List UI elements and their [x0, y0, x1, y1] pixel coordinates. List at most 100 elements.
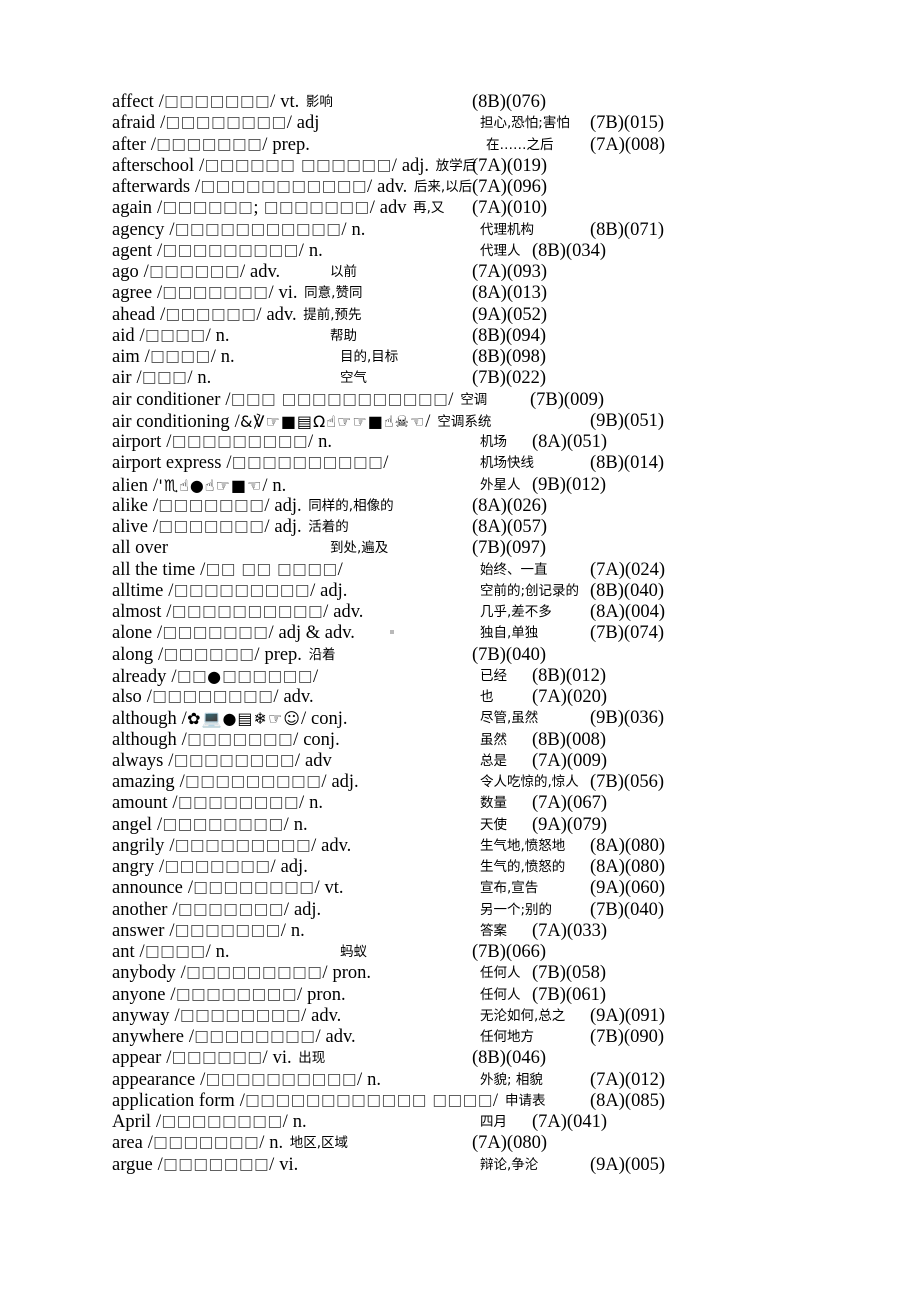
entry-reference-code: (7A)(096) [472, 177, 548, 197]
entry-lexical-block: answer /□□□□□□□/ n. [112, 921, 305, 942]
entry-lexical-block: airport /□□□□□□□□□/ n. [112, 432, 332, 453]
vocabulary-entry-row: also /□□□□□□□□/ adv. 也 (7A)(020) [112, 687, 812, 708]
entry-lexical-block: although /□□□□□□□/ conj. [112, 730, 340, 751]
entry-lexical-block: argue /□□□□□□□/ vi. [112, 1155, 298, 1176]
entry-lexical-block: always /□□□□□□□□/ adv [112, 751, 332, 772]
entry-inline-gloss: 后来,以后 [413, 179, 473, 195]
entry-reference-code: (8A)(080) [590, 857, 666, 877]
entry-phonetic: /□□□□□□□□□/ [161, 432, 314, 452]
entry-inline-gloss: 同意,赞同 [304, 285, 363, 302]
entry-gloss: 无沦如何,总之 [480, 1007, 566, 1024]
vocabulary-entry-row: air conditioning /&℣☞■▤Ω☝☞☞■☝☠☜/ 空调系统 (9B… [112, 411, 812, 432]
vocabulary-entry-row: application form /□□□□□□□□□□□□ □□□□/ 申请表… [112, 1091, 812, 1112]
vocabulary-entry-row: agency /□□□□□□□□□□□/ n. 代理机构 (8B)(071) [112, 220, 812, 241]
entry-inline-gloss: 沿着 [308, 646, 336, 663]
entry-part-of-speech: pron. [332, 963, 372, 984]
entry-part-of-speech: vi. [278, 283, 298, 304]
entry-inline-gloss: 申请表 [504, 1092, 546, 1109]
entry-gloss: 答案 [480, 922, 507, 939]
entry-phonetic: /□□□□□□□□□□□/ [164, 219, 347, 240]
entry-part-of-speech: vi. [272, 1048, 292, 1069]
entry-lexical-block: anywhere /□□□□□□□□/ adv. [112, 1027, 356, 1048]
entry-reference-code: (8B)(076) [472, 92, 546, 112]
entry-reference-code: (8B)(046) [472, 1048, 546, 1069]
entry-reference-code: (7A)(093) [472, 262, 548, 282]
entry-headword: always [112, 750, 164, 771]
vocabulary-entry-row: anyone /□□□□□□□□/ pron. 任何人 (7B)(061) [112, 985, 812, 1006]
entry-headword: April [112, 1112, 152, 1132]
entry-headword: air [112, 368, 132, 389]
entry-headword: alltime [112, 580, 164, 601]
entry-reference-code: (8A)(051) [532, 432, 608, 452]
entry-headword: air conditioning [112, 411, 230, 432]
entry-inline-gloss: 影响 [305, 94, 333, 110]
entry-phonetic: /□□□□□□□/ [164, 920, 287, 941]
entry-inline-gloss: 地区,区域 [289, 1135, 349, 1152]
entry-part-of-speech: conj. [303, 729, 340, 750]
entry-phonetic: /□□□□□□□□□□/ [221, 453, 389, 474]
entry-headword: amazing [112, 772, 175, 792]
entry-part-of-speech: n. [292, 1112, 307, 1132]
vocabulary-entry-row: ant /□□□□/ n. 蚂蚁 (7B)(066) [112, 942, 812, 963]
entry-lexical-block: ahead /□□□□□□/ adv. 提前,预先 [112, 305, 362, 327]
entry-gloss: 任何人 [480, 986, 521, 1003]
entry-reference-code: (9B)(012) [532, 474, 606, 495]
entry-part-of-speech: n. [197, 368, 212, 389]
entry-reference-code: (7A)(067) [532, 793, 608, 814]
entry-headword: again [112, 198, 153, 219]
entry-gloss: 也 [480, 689, 494, 705]
entry-lexical-block: appearance /□□□□□□□□□□/ n. [112, 1070, 381, 1091]
entry-reference-code: (7B)(090) [590, 1027, 664, 1047]
entry-phonetic: /□□□□□□□/ [167, 899, 290, 920]
entry-phonetic: /□□●□□□□□□/ [166, 666, 319, 687]
entry-phonetic: /□□□□□□□□□/ [175, 963, 328, 984]
entry-lexical-block: April /□□□□□□□□/ n. [112, 1112, 307, 1133]
entry-phonetic: /□□□□□□; □□□□□□□/ [152, 198, 376, 219]
entry-part-of-speech: conj. [311, 709, 348, 730]
entry-lexical-block: affect /□□□□□□□/ vt. 影响 [112, 92, 333, 114]
entry-reference-code: (7B)(040) [472, 644, 546, 665]
entry-headword: area [112, 1133, 143, 1154]
entry-headword: also [112, 687, 142, 707]
entry-part-of-speech: n. [220, 347, 235, 367]
entry-lexical-block: also /□□□□□□□□/ adv. [112, 687, 314, 708]
vocabulary-entry-row: after /□□□□□□□/ prep. 在……之后 (7A)(008) [112, 135, 812, 156]
entry-phonetic: /□□□□□□/ [153, 644, 260, 665]
entry-part-of-speech: n. [318, 432, 332, 452]
entry-headword: airport [112, 432, 162, 452]
entry-headword: although [112, 729, 177, 750]
entry-reference-code: (7A)(010) [472, 198, 548, 219]
entry-phonetic: /□□□□□□□□□□/ [195, 1069, 363, 1090]
entry-headword: announce [112, 878, 183, 899]
entry-lexical-block: alone /□□□□□□□/ adj & adv. [112, 623, 355, 644]
vocabulary-entry-row: another /□□□□□□□/ adj. 另一个;别的 (7B)(040) [112, 900, 812, 921]
entry-gloss: 令人吃惊的,惊人 [480, 774, 579, 790]
entry-phonetic: /□□□□/ [139, 347, 217, 367]
entry-lexical-block: ago /□□□□□□/ adv. [112, 262, 280, 283]
entry-headword: anywhere [112, 1027, 184, 1047]
vocabulary-entry-row: alltime /□□□□□□□□□/ adj. 空前的;创记录的 (8B)(040… [112, 581, 812, 602]
entry-phonetic: /□□□□□□□□/ [165, 984, 303, 1005]
entry-reference-code: (8A)(080) [590, 835, 666, 856]
entry-gloss: 另一个;别的 [480, 901, 553, 918]
entry-phonetic: /□□□□□□□□/ [182, 878, 320, 899]
entry-headword: agency [112, 219, 165, 240]
entry-reference-code: (8B)(071) [590, 219, 664, 240]
entry-lexical-block: all the time /□□ □□ □□□□/ [112, 560, 343, 581]
entry-lexical-block: angel /□□□□□□□□/ n. [112, 815, 308, 836]
entry-part-of-speech: vt. [324, 878, 344, 899]
vocabulary-entry-row: always /□□□□□□□□/ adv 总是 (7A)(009) [112, 751, 812, 772]
entry-gloss: 外星人 [480, 476, 521, 493]
entry-headword: ago [112, 262, 139, 282]
entry-phonetic: /□□□□□□□□□□□□ □□□□/ [234, 1090, 499, 1111]
entry-lexical-block: afterwards /□□□□□□□□□□□/ adv. 后来,以后 [112, 177, 472, 199]
vocabulary-entry-row: air conditioner /□□□ □□□□□□□□□□□/ 空调 (7B)… [112, 390, 812, 411]
entry-gloss: 以前 [330, 264, 357, 280]
entry-inline-gloss: 活着的 [308, 519, 349, 535]
vocabulary-entry-row: anywhere /□□□□□□□□/ adv. 任何地方 (7B)(090) [112, 1027, 812, 1048]
entry-part-of-speech: adv [305, 750, 332, 771]
entry-part-of-speech: n. [308, 240, 323, 261]
entry-headword: appear [112, 1048, 162, 1069]
entry-reference-code: (9B)(036) [590, 708, 664, 729]
entry-headword: ant [112, 942, 135, 962]
